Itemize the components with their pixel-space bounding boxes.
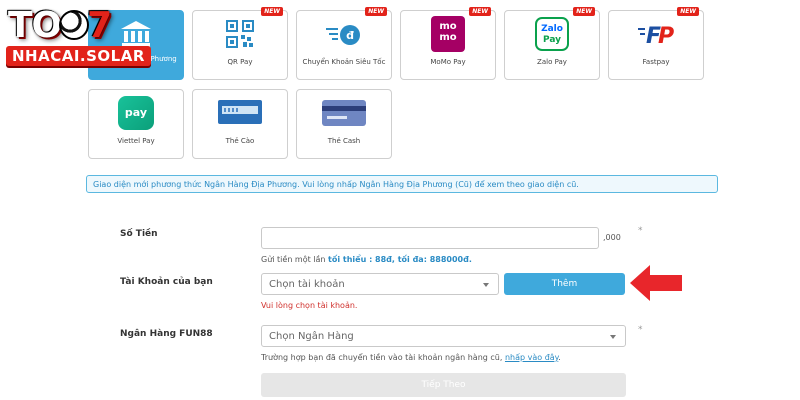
method-label: Thẻ Cào xyxy=(225,137,255,145)
zalo-pay-icon: Zalo Pay xyxy=(535,17,569,51)
fastpay-icon: F P xyxy=(638,24,674,49)
amount-help-limits: tối thiểu : 88đ, tối đa: 888000đ. xyxy=(328,255,472,264)
zalo-logo-text-a: Zalo xyxy=(541,24,563,34)
next-button[interactable]: Tiếp Theo xyxy=(261,373,626,397)
momo-icon: mo mo xyxy=(431,16,465,52)
method-label: Viettel Pay xyxy=(117,137,155,145)
account-label: Tài Khoản của bạn xyxy=(120,277,213,287)
amount-input[interactable] xyxy=(261,227,599,249)
method-label: MoMo Pay xyxy=(430,58,466,66)
amount-help: Gửi tiền một lần tối thiểu : 88đ, tối đa… xyxy=(261,255,472,264)
method-scratch-card[interactable]: Thẻ Cào xyxy=(192,89,288,159)
qr-code-icon xyxy=(226,20,254,48)
amount-help-prefix: Gửi tiền một lần xyxy=(261,255,326,264)
scratch-card-icon xyxy=(218,100,262,124)
chevron-down-icon xyxy=(483,283,489,287)
method-label: Chuyển Khoản Siêu Tốc xyxy=(302,58,386,66)
method-qr-pay[interactable]: NEW QR Pay xyxy=(192,7,288,80)
momo-logo-text-b: mo xyxy=(439,32,457,43)
bank-help-text: Trường hợp bạn đã chuyển tiền vào tài kh… xyxy=(261,353,503,362)
viettel-pay-icon: pay xyxy=(118,96,154,130)
soccer-ball-icon xyxy=(59,10,90,40)
new-badge: NEW xyxy=(261,7,283,16)
required-mark: * xyxy=(638,325,643,335)
svg-text:P: P xyxy=(658,24,674,49)
bank-help-end: . xyxy=(558,353,561,362)
method-label: Fastpay xyxy=(642,58,670,66)
method-label: QR Pay xyxy=(227,58,253,66)
new-interface-notice: Giao diện mới phương thức Ngân Hàng Địa … xyxy=(86,175,718,193)
method-cash-card[interactable]: Thẻ Cash xyxy=(296,89,392,159)
amount-suffix: ,000 xyxy=(603,233,621,242)
required-mark: * xyxy=(638,226,643,236)
zalo-logo-text-b: Pay xyxy=(542,35,562,45)
method-momo-pay[interactable]: NEW mo mo MoMo Pay xyxy=(400,7,496,80)
new-badge: NEW xyxy=(573,7,595,16)
click-here-link[interactable]: nhấp vào đây xyxy=(505,353,558,362)
method-zalo-pay[interactable]: NEW Zalo Pay Zalo Pay xyxy=(504,7,600,80)
add-account-button[interactable]: Thêm xyxy=(504,273,625,295)
method-fast-transfer[interactable]: NEW đ Chuyển Khoản Siêu Tốc xyxy=(296,7,392,80)
method-viettel-pay[interactable]: pay Viettel Pay xyxy=(88,89,184,159)
new-badge: NEW xyxy=(677,7,699,16)
cash-card-icon xyxy=(322,100,366,126)
bank-label: Ngân Hàng FUN88 xyxy=(120,329,213,339)
new-badge: NEW xyxy=(365,7,387,16)
account-select-value: Chọn tài khoản xyxy=(269,279,345,290)
bank-select[interactable]: Chọn Ngân Hàng xyxy=(261,325,626,347)
momo-logo-text-a: mo xyxy=(439,21,457,32)
account-select[interactable]: Chọn tài khoản xyxy=(261,273,499,295)
amount-label: Số Tiền xyxy=(120,229,158,239)
new-badge: NEW xyxy=(469,7,491,16)
svg-text:đ: đ xyxy=(346,29,354,42)
bank-help: Trường hợp bạn đã chuyển tiền vào tài kh… xyxy=(261,353,561,362)
red-arrow-pointer-icon xyxy=(630,265,682,301)
viettel-logo-text: pay xyxy=(124,106,148,119)
logo-sub-text: NHACAI.SOLAR xyxy=(6,46,151,66)
method-fastpay[interactable]: NEW F P Fastpay xyxy=(608,7,704,80)
chevron-down-icon xyxy=(610,335,616,339)
method-label: Zalo Pay xyxy=(537,58,567,66)
logo-top-text: TO 7 xyxy=(8,5,112,46)
method-label: Thẻ Cash xyxy=(327,137,361,145)
account-error: Vui lòng chọn tài khoản. xyxy=(261,301,358,310)
bank-select-value: Chọn Ngân Hàng xyxy=(269,331,354,342)
fast-transfer-icon: đ xyxy=(326,25,360,45)
site-logo: TO 7 NHACAI.SOLAR xyxy=(0,0,151,80)
